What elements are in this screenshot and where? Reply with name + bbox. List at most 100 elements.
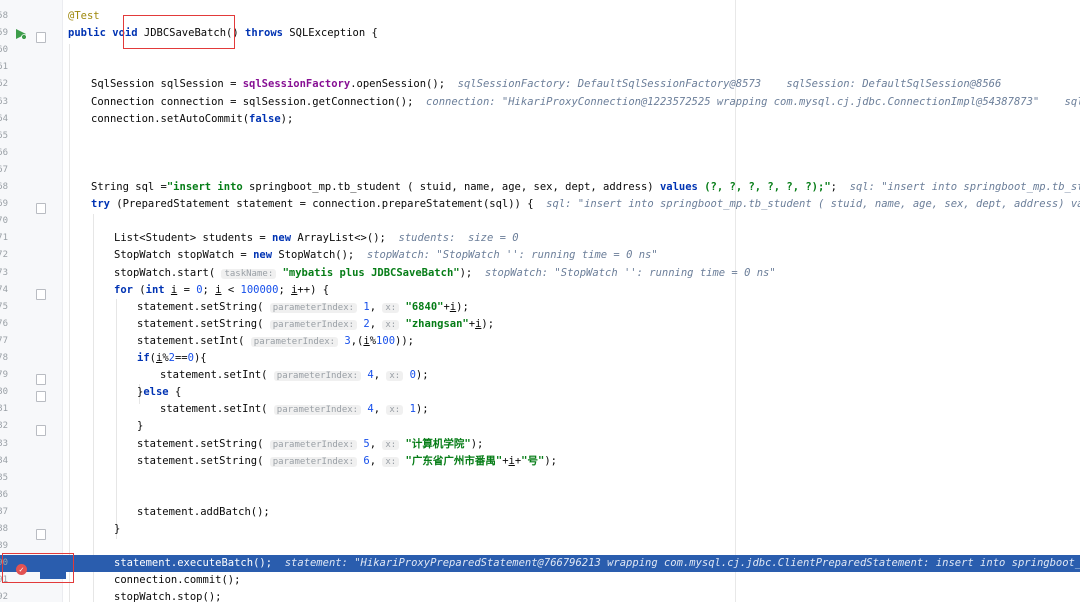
code-line[interactable]: 79 statement.setInt( parameterIndex: 4, x… (0, 367, 1080, 384)
code-token: (?, ?, ?, ?, ?, ?);" (704, 181, 831, 193)
code-line[interactable]: 76 statement.setString( parameterIndex: 2… (0, 316, 1080, 333)
code-line[interactable]: 90statement.executeBatch(); statement: "… (0, 555, 1080, 573)
code-line[interactable]: 81 statement.setInt( parameterIndex: 4, x… (0, 401, 1080, 418)
code-line[interactable]: 64 connection.setAutoCommit(false); (0, 111, 1080, 128)
code-line[interactable]: 63 Connection connection = sqlSession.get… (0, 94, 1080, 111)
code-text: connection.commit(); (114, 572, 240, 589)
fold-marker-icon[interactable] (36, 374, 46, 385)
code-token: "mybatis plus JDBCSaveBatch" (282, 266, 460, 279)
parameter-hint: x: (382, 439, 400, 450)
code-token: SQLException { (289, 27, 378, 40)
line-number: 78 (0, 353, 8, 363)
code-token: stopWatch.start( (114, 266, 222, 279)
code-line[interactable]: 71 List<Student> students = new ArrayList… (0, 230, 1080, 247)
code-token: stopWatch.stop(); (114, 591, 222, 602)
line-number: 62 (0, 79, 8, 90)
code-token: ); (544, 454, 557, 467)
code-line[interactable]: 75 statement.setString( parameterIndex: 1… (0, 299, 1080, 316)
code-line[interactable]: 89 (0, 538, 1080, 555)
code-token: if (137, 352, 150, 364)
code-text: List<Student> students = new ArrayList<>… (114, 230, 519, 247)
line-number: 85 (0, 472, 8, 483)
code-line[interactable]: 86 (0, 487, 1080, 504)
code-line[interactable]: 70 (0, 213, 1080, 230)
line-number: 70 (0, 216, 8, 227)
line-number: 79 (0, 370, 8, 381)
parameter-hint: parameterIndex: (273, 371, 362, 382)
code-line[interactable]: 62 SqlSession sqlSession = sqlSessionFact… (0, 76, 1080, 93)
code-text: SqlSession sqlSession = sqlSessionFactor… (91, 76, 1001, 93)
code-token: new (272, 232, 298, 245)
code-token: } (137, 420, 144, 433)
code-token: 100 (376, 334, 396, 347)
line-number: 61 (0, 62, 8, 73)
code-token: ,( (350, 334, 364, 347)
debug-inline-value: sqlSessionFactory: DefaultSqlSessionFact… (457, 78, 1002, 91)
code-text: statement.setInt( parameterIndex: 4, x: … (160, 367, 429, 385)
fold-marker-icon[interactable] (36, 391, 46, 402)
code-token: values (659, 181, 705, 193)
code-token: "号" (521, 454, 545, 467)
code-line[interactable]: 67 (0, 162, 1080, 179)
code-line[interactable]: 85 (0, 470, 1080, 487)
code-line[interactable]: 82} (0, 418, 1080, 435)
code-line[interactable]: 83 statement.setString( parameterIndex: 5… (0, 436, 1080, 453)
code-token: statement.setString( (137, 454, 270, 467)
line-number: 63 (0, 96, 8, 107)
debug-inline-value: sql: "insert into springboot_mp.tb_stude… (546, 198, 1080, 211)
code-line[interactable]: 80}else { (0, 384, 1080, 401)
code-line[interactable]: 73 stopWatch.start( taskName: "mybatis pl… (0, 265, 1080, 282)
line-number: 83 (0, 438, 8, 449)
line-number: 86 (0, 489, 8, 500)
code-token: , (373, 369, 387, 382)
run-test-icon[interactable] (15, 28, 27, 40)
code-token: } (114, 523, 121, 535)
code-line[interactable]: 74 for (int i = 0; i < 100000; i++) { (0, 282, 1080, 299)
code-line[interactable]: 68 String sql ="insert into springboot_mp… (0, 179, 1080, 196)
line-number: 77 (0, 335, 8, 346)
line-number: 76 (0, 318, 8, 329)
fold-marker-icon[interactable] (36, 203, 46, 214)
code-line[interactable]: 84 statement.setString( parameterIndex: 6… (0, 453, 1080, 470)
code-line[interactable]: 72 StopWatch stopWatch = new StopWatch();… (0, 247, 1080, 264)
code-line[interactable]: 87 statement.addBatch(); (0, 504, 1080, 521)
line-number: 64 (0, 113, 8, 124)
code-line[interactable]: 92 stopWatch.stop(); (0, 589, 1080, 602)
code-token: statement.setInt( (160, 403, 274, 416)
code-token: { (174, 386, 182, 399)
code-token: @Test (68, 10, 100, 22)
code-token: try (91, 198, 117, 211)
code-editor[interactable]: 58@Test59public void JDBCSaveBatch() thr… (0, 0, 1080, 602)
line-number: 60 (0, 45, 8, 56)
code-line[interactable]: 78 if(i%2==0){ (0, 350, 1080, 367)
code-line[interactable]: 66 (0, 145, 1080, 162)
code-line[interactable]: 77 statement.setInt( parameterIndex: 3,(i… (0, 333, 1080, 350)
code-token: , (373, 403, 387, 416)
code-text: Connection connection = sqlSession.getCo… (91, 94, 1080, 111)
code-line[interactable]: 65 (0, 128, 1080, 145)
fold-marker-icon[interactable] (36, 32, 46, 43)
code-token: ; (202, 283, 216, 296)
fold-marker-icon[interactable] (36, 289, 46, 300)
fold-marker-icon[interactable] (36, 425, 46, 436)
code-text: connection.setAutoCommit(false); (91, 111, 293, 128)
code-token: < (221, 283, 241, 296)
code-line[interactable]: 61 (0, 59, 1080, 76)
code-text: stopWatch.stop(); (114, 589, 221, 602)
code-line[interactable]: 69 try (PreparedStatement statement = con… (0, 196, 1080, 213)
parameter-hint: x: (382, 319, 400, 330)
code-text: try (PreparedStatement statement = conne… (91, 196, 1080, 213)
code-token: "zhangsan" (405, 317, 469, 330)
code-token: public (68, 27, 113, 40)
fold-marker-icon[interactable] (36, 529, 46, 540)
code-line[interactable]: 88} (0, 521, 1080, 538)
code-text: } (137, 418, 143, 435)
code-token: ); (456, 300, 469, 313)
line-number: 65 (0, 130, 8, 141)
code-token: statement.setInt( (160, 369, 274, 382)
code-token: = (177, 283, 197, 296)
code-token: 100000 (240, 283, 279, 296)
code-line[interactable]: 91connection.commit(); (0, 572, 1080, 589)
line-number: 80 (0, 387, 8, 398)
line-number: 88 (0, 524, 8, 534)
